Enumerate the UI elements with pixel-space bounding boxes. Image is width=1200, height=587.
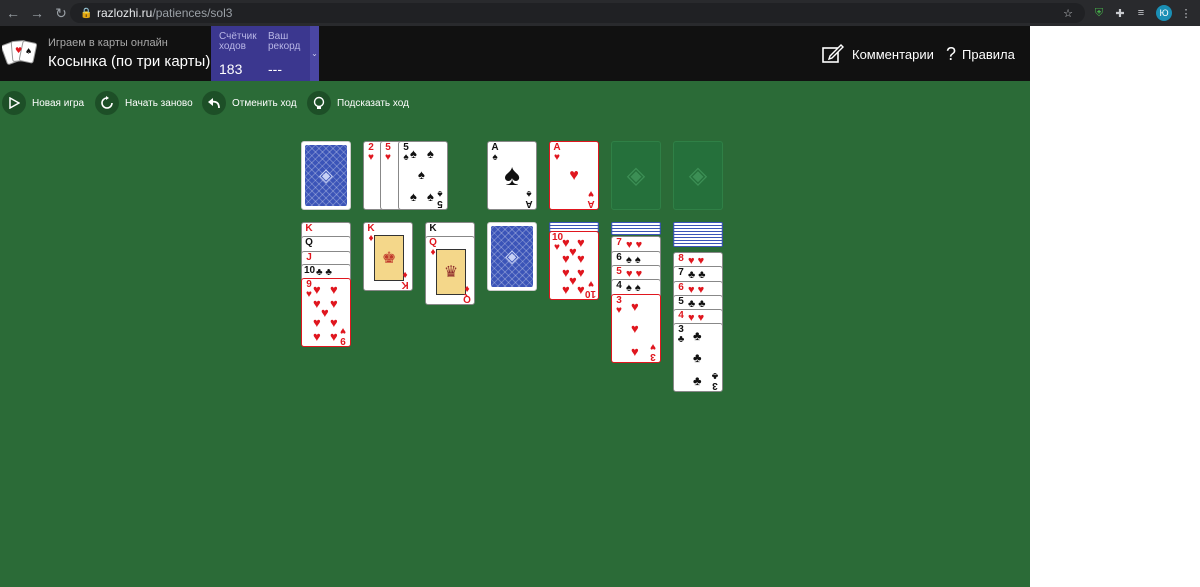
- lock-icon: 🔒: [80, 7, 93, 19]
- solitaire-page: ♥ ♠ Играем в карты онлайн Косынка (по тр…: [0, 26, 1030, 587]
- question-icon: ?: [946, 44, 957, 64]
- rules-label: Правила: [962, 47, 1015, 62]
- tableau-card-Q-diamonds[interactable]: Q ♦ ♛ Q ♦: [425, 236, 475, 305]
- foundation-ace-spades[interactable]: A ♠ ♠ A ♠: [487, 141, 537, 210]
- undo-button[interactable]: Отменить ход: [202, 91, 297, 115]
- face-down-edge: [611, 231, 661, 235]
- moves-counter-value: 183: [219, 61, 243, 77]
- record-label: Ваш рекорд: [268, 31, 301, 52]
- restart-label: Начать заново: [125, 97, 193, 109]
- site-header: ♥ ♠ Играем в карты онлайн Косынка (по тр…: [0, 26, 1030, 81]
- url-path: /patiences/sol3: [152, 6, 233, 20]
- tableau-card-10-hearts[interactable]: 10 ♥ ♥ ♥ ♥ ♥ ♥ ♥ ♥ ♥ ♥ ♥ 10 ♥: [549, 231, 599, 300]
- tableau-face-down-card: ◈: [487, 222, 537, 291]
- tableau-card-K-diamonds[interactable]: K ♦ ♚ K ♦: [363, 222, 413, 291]
- stock-pile[interactable]: ◈: [301, 141, 351, 210]
- tableau-card-3-clubs[interactable]: 3 ♣ ♣ ♣ ♣ 3 ♣: [673, 323, 723, 392]
- play-icon: [2, 91, 26, 115]
- undo-icon: [202, 91, 226, 115]
- rules-link[interactable]: ? Правила: [946, 44, 1015, 65]
- address-bar[interactable]: 🔒 razlozhi.ru/patiences/sol3: [70, 3, 1085, 23]
- tableau-card-9-hearts[interactable]: 9 ♥ ♥ ♥ ♥ ♥ ♥ ♥ ♥ ♥ ♥ 9 ♥: [301, 278, 351, 347]
- extensions-puzzle-icon[interactable]: ✚: [1112, 5, 1128, 21]
- shield-extension-icon[interactable]: ⛨: [1091, 5, 1107, 21]
- profile-avatar[interactable]: Ю: [1156, 5, 1172, 21]
- lightbulb-icon: [307, 91, 331, 115]
- new-game-button[interactable]: Новая игра: [2, 91, 84, 115]
- edit-comment-icon: [822, 44, 844, 63]
- foundation-slot-empty[interactable]: ◈: [611, 141, 661, 210]
- card-back-pattern: ◈: [491, 226, 533, 287]
- reload-icon[interactable]: ↻: [50, 2, 72, 24]
- back-arrow-icon[interactable]: ←: [2, 2, 24, 24]
- cards-logo-icon[interactable]: ♥ ♠: [2, 37, 40, 69]
- browser-chrome: ← → ↻ 🔒 razlozhi.ru/patiences/sol3 ☆ ⛨ ✚…: [0, 0, 1200, 26]
- forward-arrow-icon[interactable]: →: [26, 2, 48, 24]
- hint-button[interactable]: Подсказать ход: [307, 91, 409, 115]
- site-subtitle: Играем в карты онлайн: [48, 37, 168, 49]
- svg-text:♥: ♥: [15, 46, 22, 55]
- hint-label: Подсказать ход: [337, 97, 409, 109]
- page-gutter: [1030, 26, 1200, 587]
- foundation-slot-empty[interactable]: ◈: [673, 141, 723, 210]
- bookmark-star-icon[interactable]: ☆: [1060, 5, 1076, 21]
- card-back-pattern: ◈: [305, 145, 347, 206]
- tableau-card-3-hearts[interactable]: 3 ♥ ♥ ♥ ♥ 3 ♥: [611, 294, 661, 363]
- restart-icon: [95, 91, 119, 115]
- media-queue-icon[interactable]: ≡: [1133, 5, 1149, 21]
- url-host: razlozhi.ru: [97, 6, 153, 20]
- face-down-edge: [673, 243, 723, 247]
- moves-counter-label: Счётчик ходов: [219, 31, 257, 52]
- stats-panel[interactable]: Счётчик ходов 183 Ваш рекорд --- ⌄: [211, 26, 319, 81]
- comments-label: Комментарии: [852, 46, 934, 62]
- waste-card-5-spades[interactable]: 5 ♠ ♠ ♠ ♠ ♠ ♠ 5 ♠: [398, 141, 448, 210]
- menu-dots-icon[interactable]: ⋮: [1178, 5, 1194, 21]
- undo-label: Отменить ход: [232, 97, 297, 109]
- restart-button[interactable]: Начать заново: [95, 91, 193, 115]
- comments-link[interactable]: Комментарии: [822, 44, 934, 64]
- new-game-label: Новая игра: [32, 97, 85, 109]
- page-title: Косынка (по три карты): [48, 53, 211, 70]
- record-value: ---: [268, 61, 282, 77]
- chevron-down-icon[interactable]: ⌄: [310, 26, 319, 81]
- svg-text:♠: ♠: [25, 47, 32, 56]
- foundation-ace-hearts[interactable]: A ♥ ♥ A ♥: [549, 141, 599, 210]
